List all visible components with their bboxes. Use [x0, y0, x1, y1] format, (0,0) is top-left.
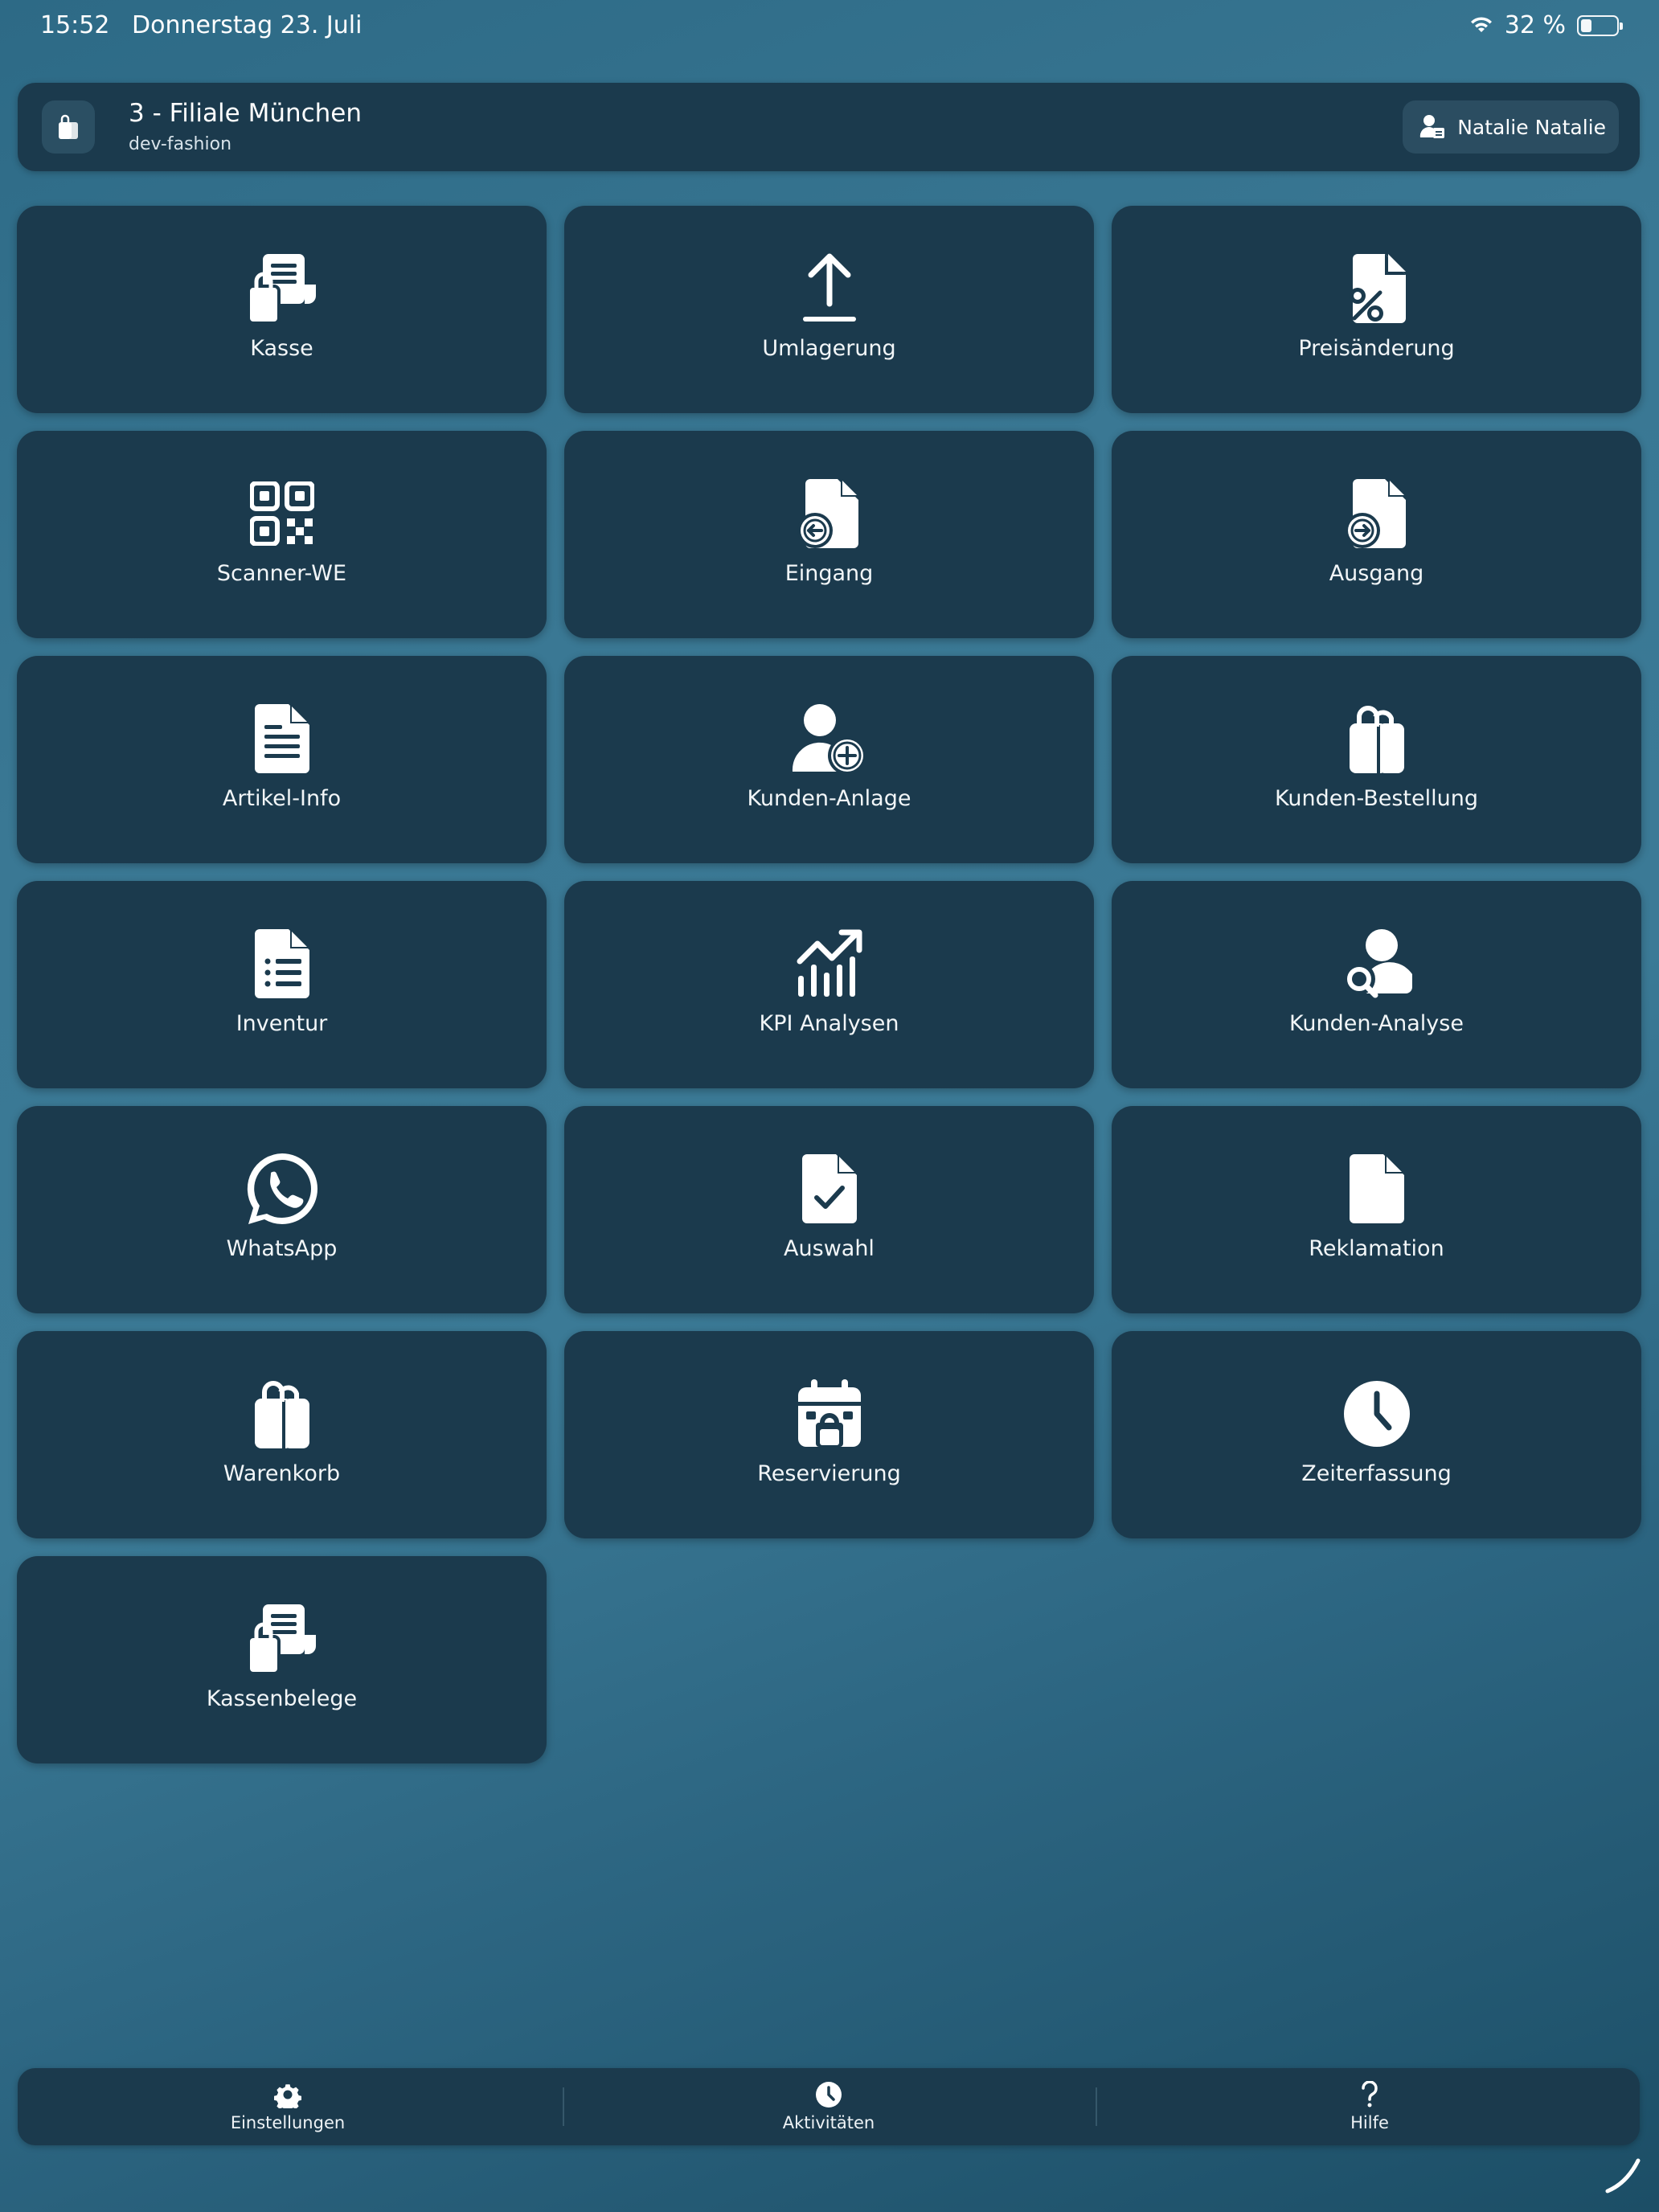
tile-label: Kunden-Bestellung: [1275, 786, 1478, 811]
tile-label: Warenkorb: [223, 1461, 341, 1486]
shopping-bag-icon: [254, 1381, 309, 1448]
nav-label: Hilfe: [1350, 2113, 1389, 2132]
store-logo[interactable]: [42, 100, 95, 154]
user-button[interactable]: Natalie Natalie: [1403, 100, 1619, 154]
tile-whatsapp[interactable]: WhatsApp: [17, 1106, 547, 1313]
tile-kpi-analysen[interactable]: KPI Analysen: [564, 881, 1094, 1088]
qr-code-icon: [249, 481, 314, 546]
shopping-bag-icon: [1349, 706, 1404, 773]
user-name: Natalie Natalie: [1457, 115, 1606, 139]
store-title: 3 - Filiale München: [129, 99, 363, 128]
tile-label: Reklamation: [1309, 1236, 1444, 1261]
tile-label: Reservierung: [757, 1461, 901, 1486]
tile-label: Kunden-Anlage: [747, 786, 911, 811]
calendar-lock-icon: [797, 1379, 861, 1447]
user-plus-icon: [792, 704, 866, 775]
tile-label: Umlagerung: [762, 336, 896, 361]
shopping-bag-icon: [59, 114, 78, 139]
chart-up-icon: [797, 929, 862, 997]
nav-divider: [1096, 2087, 1097, 2126]
tile-zeiterfassung[interactable]: Zeiterfassung: [1112, 1331, 1641, 1538]
tile-label: Kunden-Analyse: [1289, 1011, 1464, 1036]
tile-ausgang[interactable]: Ausgang: [1112, 431, 1641, 638]
user-search-icon: [1342, 929, 1412, 998]
tile-kassenbelege[interactable]: Kassenbelege: [17, 1556, 547, 1763]
gear-icon: [274, 2084, 301, 2108]
document-check-icon: [801, 1154, 857, 1223]
bottom-nav: Einstellungen Aktivitäten Hilfe: [18, 2068, 1640, 2145]
wifi-icon: [1470, 16, 1492, 32]
tile-kunden-anlage[interactable]: Kunden-Anlage: [564, 656, 1094, 863]
document-text-icon: [254, 704, 309, 773]
tile-kunden-bestellung[interactable]: Kunden-Bestellung: [1112, 656, 1641, 863]
tile-label: Kassenbelege: [206, 1686, 358, 1711]
document-percent-icon: [1349, 254, 1406, 323]
tile-label: Auswahl: [784, 1236, 875, 1261]
whatsapp-icon: [247, 1153, 317, 1224]
battery-level: [1581, 18, 1592, 32]
tile-auswahl[interactable]: Auswahl: [564, 1106, 1094, 1313]
tile-reservierung[interactable]: Reservierung: [564, 1331, 1094, 1538]
tile-label: Scanner-WE: [216, 561, 347, 586]
status-time: 15:52: [40, 11, 110, 39]
tile-inventur[interactable]: Inventur: [17, 881, 547, 1088]
upload-arrow-icon: [802, 253, 856, 322]
tile-eingang[interactable]: Eingang: [564, 431, 1094, 638]
tile-label: Eingang: [784, 561, 874, 586]
tile-label: Kasse: [250, 336, 313, 361]
nav-hilfe[interactable]: Hilfe: [1100, 2068, 1640, 2145]
battery-icon: [1577, 14, 1623, 36]
status-bar: 15:52 Donnerstag 23. Juli 32 %: [0, 0, 1659, 51]
nav-label: Einstellungen: [230, 2113, 346, 2132]
tile-reklamation[interactable]: Reklamation: [1112, 1106, 1641, 1313]
question-icon: [1362, 2081, 1378, 2108]
tile-label: Inventur: [236, 1011, 328, 1036]
nav-label: Aktivitäten: [782, 2113, 875, 2132]
tile-scanner-we[interactable]: Scanner-WE: [17, 431, 547, 638]
store-subtitle: dev-fashion: [129, 134, 232, 154]
document-arrow-out-icon: [1344, 479, 1406, 548]
tile-kasse[interactable]: Kasse: [17, 206, 547, 413]
tile-artikel-info[interactable]: Artikel-Info: [17, 656, 547, 863]
tile-kunden-analyse[interactable]: Kunden-Analyse: [1112, 881, 1641, 1088]
tile-umlagerung[interactable]: Umlagerung: [564, 206, 1094, 413]
status-left: 15:52 Donnerstag 23. Juli: [40, 11, 376, 39]
document-list-icon: [254, 929, 309, 998]
tile-label: Ausgang: [1329, 561, 1424, 586]
corner-handle-icon: [1605, 2158, 1641, 2194]
tile-label: Artikel-Info: [222, 786, 342, 811]
tile-label: WhatsApp: [226, 1236, 338, 1261]
register-bag-icon: [246, 254, 316, 325]
clock-icon: [1343, 1381, 1410, 1447]
store-header: 3 - Filiale München dev-fashion Natalie …: [18, 83, 1640, 171]
nav-einstellungen[interactable]: Einstellungen: [18, 2068, 558, 2145]
nav-aktivitaeten[interactable]: Aktivitäten: [559, 2068, 1099, 2145]
tile-warenkorb[interactable]: Warenkorb: [17, 1331, 547, 1538]
clock-icon: [816, 2082, 842, 2108]
tile-label: KPI Analysen: [759, 1011, 899, 1036]
tile-label: Preisänderung: [1298, 336, 1455, 361]
register-bag-icon: [246, 1604, 316, 1675]
tile-label: Zeiterfassung: [1301, 1461, 1452, 1486]
status-date: Donnerstag 23. Juli: [132, 11, 363, 39]
document-icon: [1349, 1154, 1404, 1223]
user-card-icon: [1420, 115, 1445, 138]
document-arrow-in-icon: [797, 479, 858, 548]
battery-percent: 32 %: [1504, 11, 1566, 39]
status-right: 32 %: [1469, 11, 1623, 39]
tile-preisaenderung[interactable]: Preisänderung: [1112, 206, 1641, 413]
